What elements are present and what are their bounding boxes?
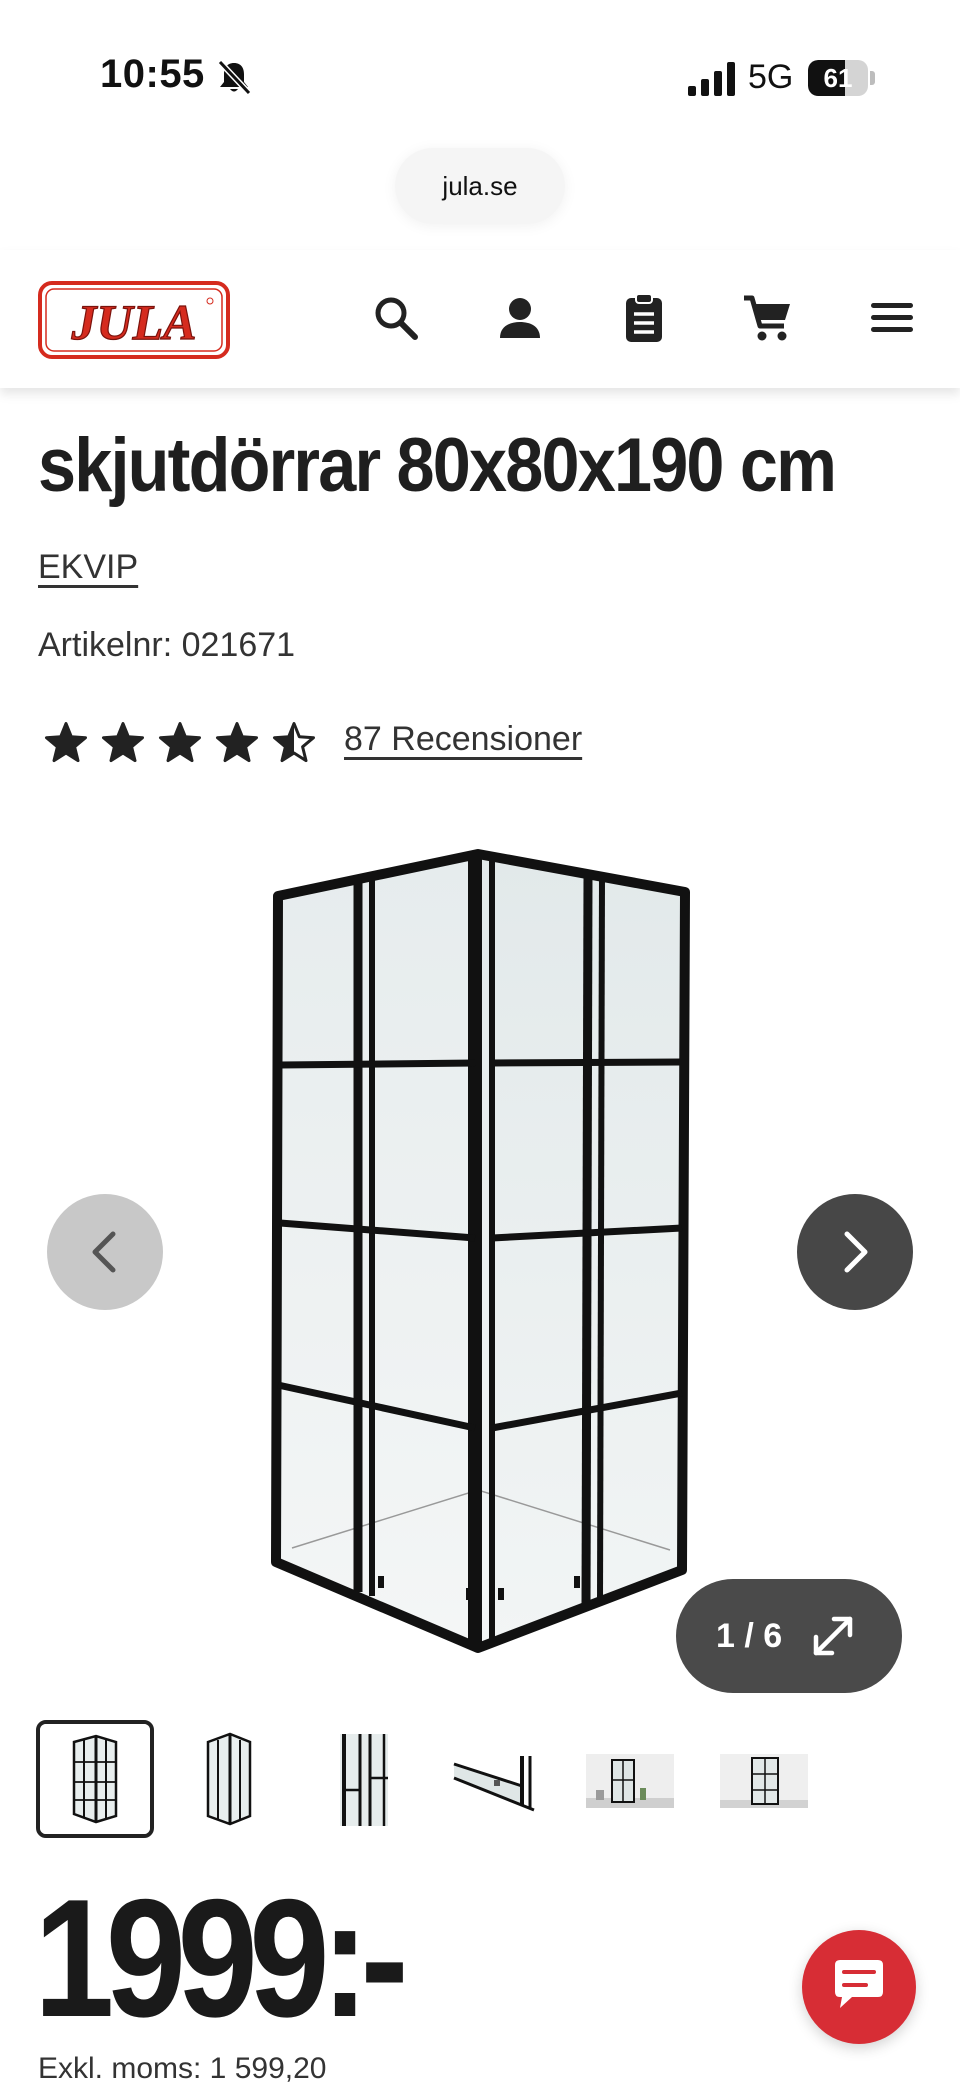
cart-icon[interactable] — [742, 292, 794, 344]
expand-icon — [813, 1616, 853, 1656]
thumbnail-6[interactable] — [706, 1720, 824, 1838]
rating-star — [216, 722, 258, 762]
rating-star — [159, 722, 201, 762]
rating-stars — [45, 722, 315, 763]
search-icon[interactable] — [370, 292, 422, 344]
battery-level: 61 — [823, 63, 853, 93]
svg-text:JULA: JULA — [71, 294, 197, 350]
thumbnail-5[interactable] — [572, 1720, 690, 1838]
menu-icon[interactable] — [866, 292, 918, 344]
account-icon[interactable] — [494, 292, 546, 344]
previous-image-button[interactable] — [47, 1194, 163, 1310]
address-bar[interactable]: jula.se — [395, 148, 565, 224]
status-bar: 10:55 5G 61 — [0, 0, 960, 140]
rating-star — [102, 722, 144, 762]
silent-bell-icon — [214, 58, 254, 98]
thumbnail-1[interactable] — [36, 1720, 154, 1838]
brand-link[interactable]: EKVIP — [38, 548, 138, 587]
product-price: 1999:- — [34, 1864, 409, 2052]
product-image[interactable] — [230, 810, 730, 1670]
shopping-list-icon[interactable] — [618, 292, 670, 344]
chat-icon — [835, 1960, 883, 2008]
network-type: 5G — [748, 58, 794, 96]
product-title: skjutdörrar 80x80x190 cm — [38, 423, 837, 508]
reviews-link[interactable]: 87 Recensioner — [344, 720, 582, 759]
rating-star — [45, 722, 87, 762]
chat-button[interactable] — [802, 1930, 916, 2044]
chevron-right-icon — [844, 1231, 868, 1273]
cellular-signal-icon — [688, 62, 736, 96]
image-counter-button[interactable]: 1 / 6 — [676, 1579, 902, 1693]
thumbnail-4[interactable] — [438, 1720, 556, 1838]
jula-logo[interactable]: JULA — [38, 281, 230, 359]
product-gallery: 1 / 6 — [0, 810, 960, 1693]
thumbnail-3[interactable] — [304, 1720, 422, 1838]
battery-indicator: 61 — [808, 60, 875, 96]
thumbnail-2[interactable] — [170, 1720, 288, 1838]
chevron-left-icon — [92, 1231, 116, 1273]
thumbnail-strip — [0, 1720, 960, 1844]
status-time: 10:55 — [100, 52, 205, 96]
image-counter: 1 / 6 — [716, 1617, 783, 1655]
site-header: JULA — [0, 250, 960, 388]
article-number: Artikelnr: 021671 — [38, 626, 296, 664]
next-image-button[interactable] — [797, 1194, 913, 1310]
price-excl-vat: Exkl. moms: 1 599,20 — [38, 2052, 327, 2085]
